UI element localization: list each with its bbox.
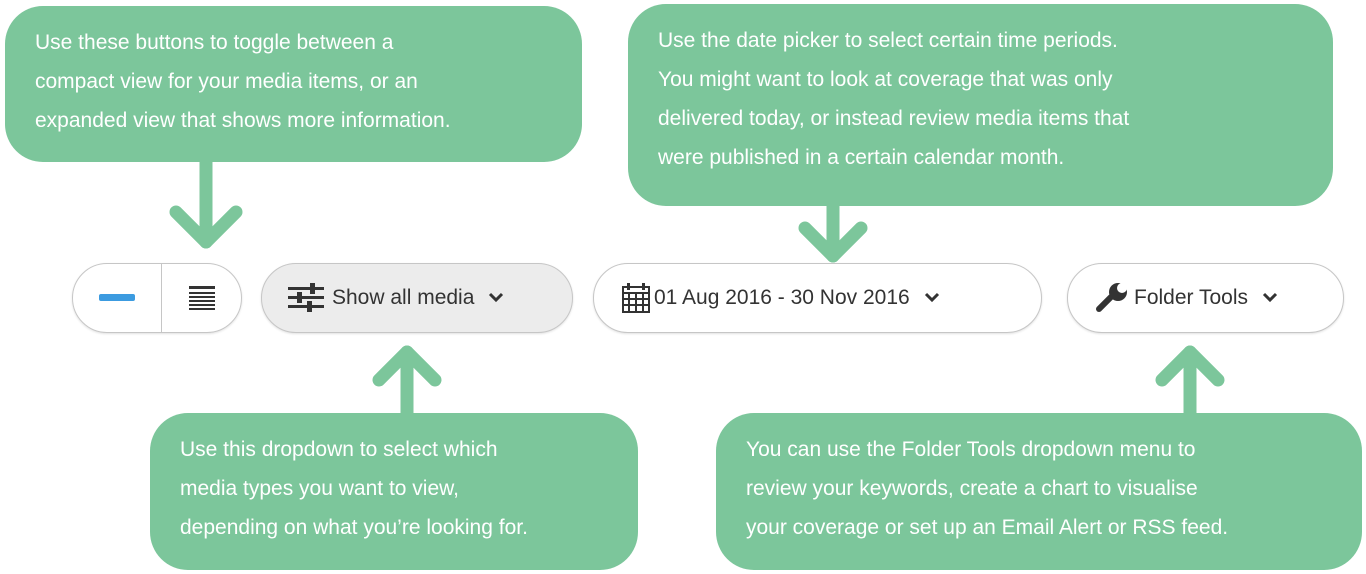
callout-date-picker: Use the date picker to select certain ti…: [628, 4, 1333, 206]
minus-icon: [99, 294, 135, 301]
callout-line: You can use the Folder Tools dropdown me…: [746, 438, 1196, 461]
callout-line: Use these buttons to toggle between a: [35, 31, 394, 54]
callout-line: your coverage or set up an Email Alert o…: [746, 516, 1229, 539]
callout-folder-tools: You can use the Folder Tools dropdown me…: [716, 413, 1362, 570]
expanded-view-button[interactable]: [162, 264, 241, 332]
chevron-down-icon: [488, 292, 504, 304]
callout-line: compact view for your media items, or an: [35, 70, 418, 93]
callout-line: expanded view that shows more informatio…: [35, 109, 451, 132]
callout-media-filter: Use this dropdown to select which media …: [150, 413, 638, 570]
date-range-picker[interactable]: 01 Aug 2016 - 30 Nov 2016: [593, 263, 1042, 333]
date-range-label: 01 Aug 2016 - 30 Nov 2016: [654, 286, 910, 309]
callout-view-toggle: Use these buttons to toggle between a co…: [5, 6, 582, 162]
callout-line: depending on what you’re looking for.: [180, 516, 528, 539]
callout-line: media types you want to view,: [180, 477, 459, 500]
compact-view-button[interactable]: [73, 264, 162, 332]
media-filter-dropdown[interactable]: Show all media: [261, 263, 573, 333]
callout-line: Use the date picker to select certain ti…: [658, 29, 1118, 52]
chevron-down-icon: [1262, 292, 1278, 304]
view-toggle: [72, 263, 242, 333]
chevron-down-icon: [924, 292, 940, 304]
wrench-icon: [1096, 283, 1127, 312]
folder-tools-dropdown[interactable]: Folder Tools: [1067, 263, 1344, 333]
arrow-down-icon: [798, 196, 868, 263]
arrow-up-icon: [1155, 345, 1225, 424]
calendar-icon: [622, 283, 650, 313]
callout-line: You might want to look at coverage that …: [658, 68, 1113, 91]
callout-line: were published in a certain calendar mon…: [658, 146, 1065, 169]
arrow-up-icon: [372, 345, 442, 424]
arrow-down-icon: [169, 158, 243, 249]
folder-tools-label: Folder Tools: [1134, 286, 1249, 309]
sliders-icon: [288, 283, 324, 312]
callout-line: delivered today, or instead review media…: [658, 107, 1130, 130]
list-lines-icon: [188, 286, 215, 310]
media-filter-label: Show all media: [332, 286, 475, 309]
callout-line: review your keywords, create a chart to …: [746, 477, 1198, 500]
callout-line: Use this dropdown to select which: [180, 438, 498, 461]
